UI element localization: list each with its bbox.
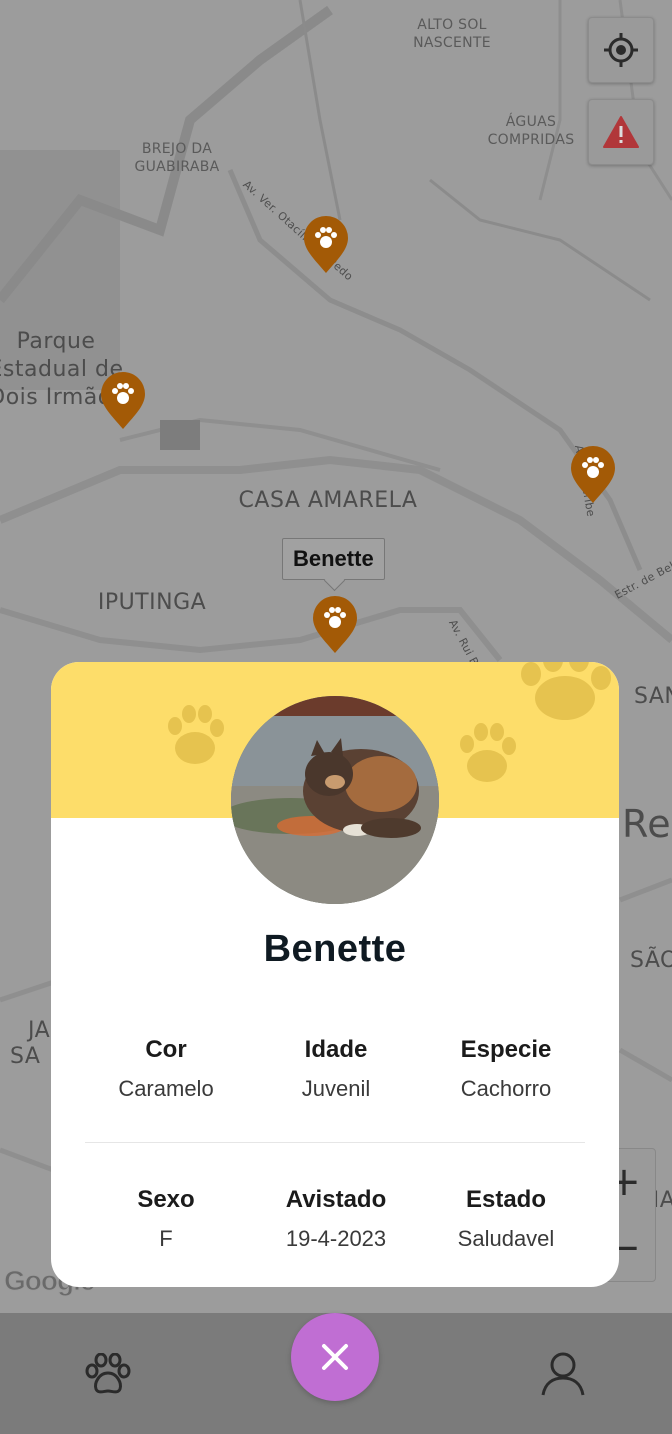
pet-name: Benette bbox=[263, 928, 407, 970]
paw-pin-icon[interactable] bbox=[570, 446, 616, 504]
info-label: Idade bbox=[304, 1036, 368, 1063]
marker-tooltip: Benette bbox=[282, 538, 385, 580]
pet-info-row-2: Sexo F Avistado 19-4-2023 Estado Saludav… bbox=[81, 1186, 591, 1252]
paw-pin-icon[interactable] bbox=[312, 596, 358, 654]
map-label-sa: SA bbox=[10, 1044, 41, 1069]
info-especie: Especie Cachorro bbox=[421, 1036, 591, 1102]
info-value: Caramelo bbox=[118, 1076, 214, 1101]
info-sexo: Sexo F bbox=[81, 1186, 251, 1252]
pet-detail-card: Benette Cor Caramelo Idade Juvenil Espec… bbox=[51, 662, 619, 1287]
info-value: F bbox=[159, 1226, 173, 1251]
info-value: Cachorro bbox=[460, 1076, 552, 1101]
close-icon bbox=[322, 1344, 348, 1370]
warning-icon bbox=[603, 116, 639, 148]
crosshair-icon bbox=[604, 33, 638, 67]
map-label-brejo-da-guabiraba: BREJO DA GUABIRABA bbox=[134, 141, 220, 175]
my-location-button[interactable] bbox=[588, 17, 654, 83]
pet-photo bbox=[231, 696, 439, 904]
map-label-casa-amarela: CASA AMARELA bbox=[238, 488, 418, 513]
close-button[interactable] bbox=[291, 1313, 379, 1401]
map-label-aguas-compridas: ÁGUAS COMPRIDAS bbox=[487, 114, 575, 148]
info-label: Sexo bbox=[137, 1186, 195, 1213]
info-label: Avistado bbox=[285, 1186, 387, 1213]
map-label-san: SAN bbox=[634, 684, 672, 709]
info-idade: Idade Juvenil bbox=[251, 1036, 421, 1102]
map-label-re: Re bbox=[622, 802, 672, 846]
info-label: Cor bbox=[145, 1036, 187, 1063]
divider bbox=[85, 1142, 585, 1143]
map-label-iputinga: IPUTINGA bbox=[97, 590, 207, 615]
info-avistado: Avistado 19-4-2023 bbox=[251, 1186, 421, 1252]
paw-pin-icon[interactable] bbox=[303, 216, 349, 274]
paw-icon[interactable] bbox=[84, 1353, 132, 1395]
pet-info-row-1: Cor Caramelo Idade Juvenil Especie Cacho… bbox=[81, 1036, 591, 1102]
info-label: Estado bbox=[465, 1186, 546, 1213]
info-label: Especie bbox=[460, 1036, 552, 1063]
info-cor: Cor Caramelo bbox=[81, 1036, 251, 1102]
paw-pin-icon[interactable] bbox=[100, 372, 146, 430]
info-estado: Estado Saludavel bbox=[421, 1186, 591, 1252]
report-alert-button[interactable] bbox=[588, 99, 654, 165]
map-label-sao: SÃO bbox=[630, 948, 672, 973]
info-value: Saludavel bbox=[457, 1226, 555, 1251]
cat-photo-illustration bbox=[231, 696, 439, 904]
info-value: Juvenil bbox=[301, 1076, 371, 1101]
map-label-alto-sol-nascente: ALTO SOL NASCENTE bbox=[413, 17, 491, 51]
user-icon[interactable] bbox=[540, 1351, 586, 1397]
info-value: 19-4-2023 bbox=[285, 1226, 387, 1251]
